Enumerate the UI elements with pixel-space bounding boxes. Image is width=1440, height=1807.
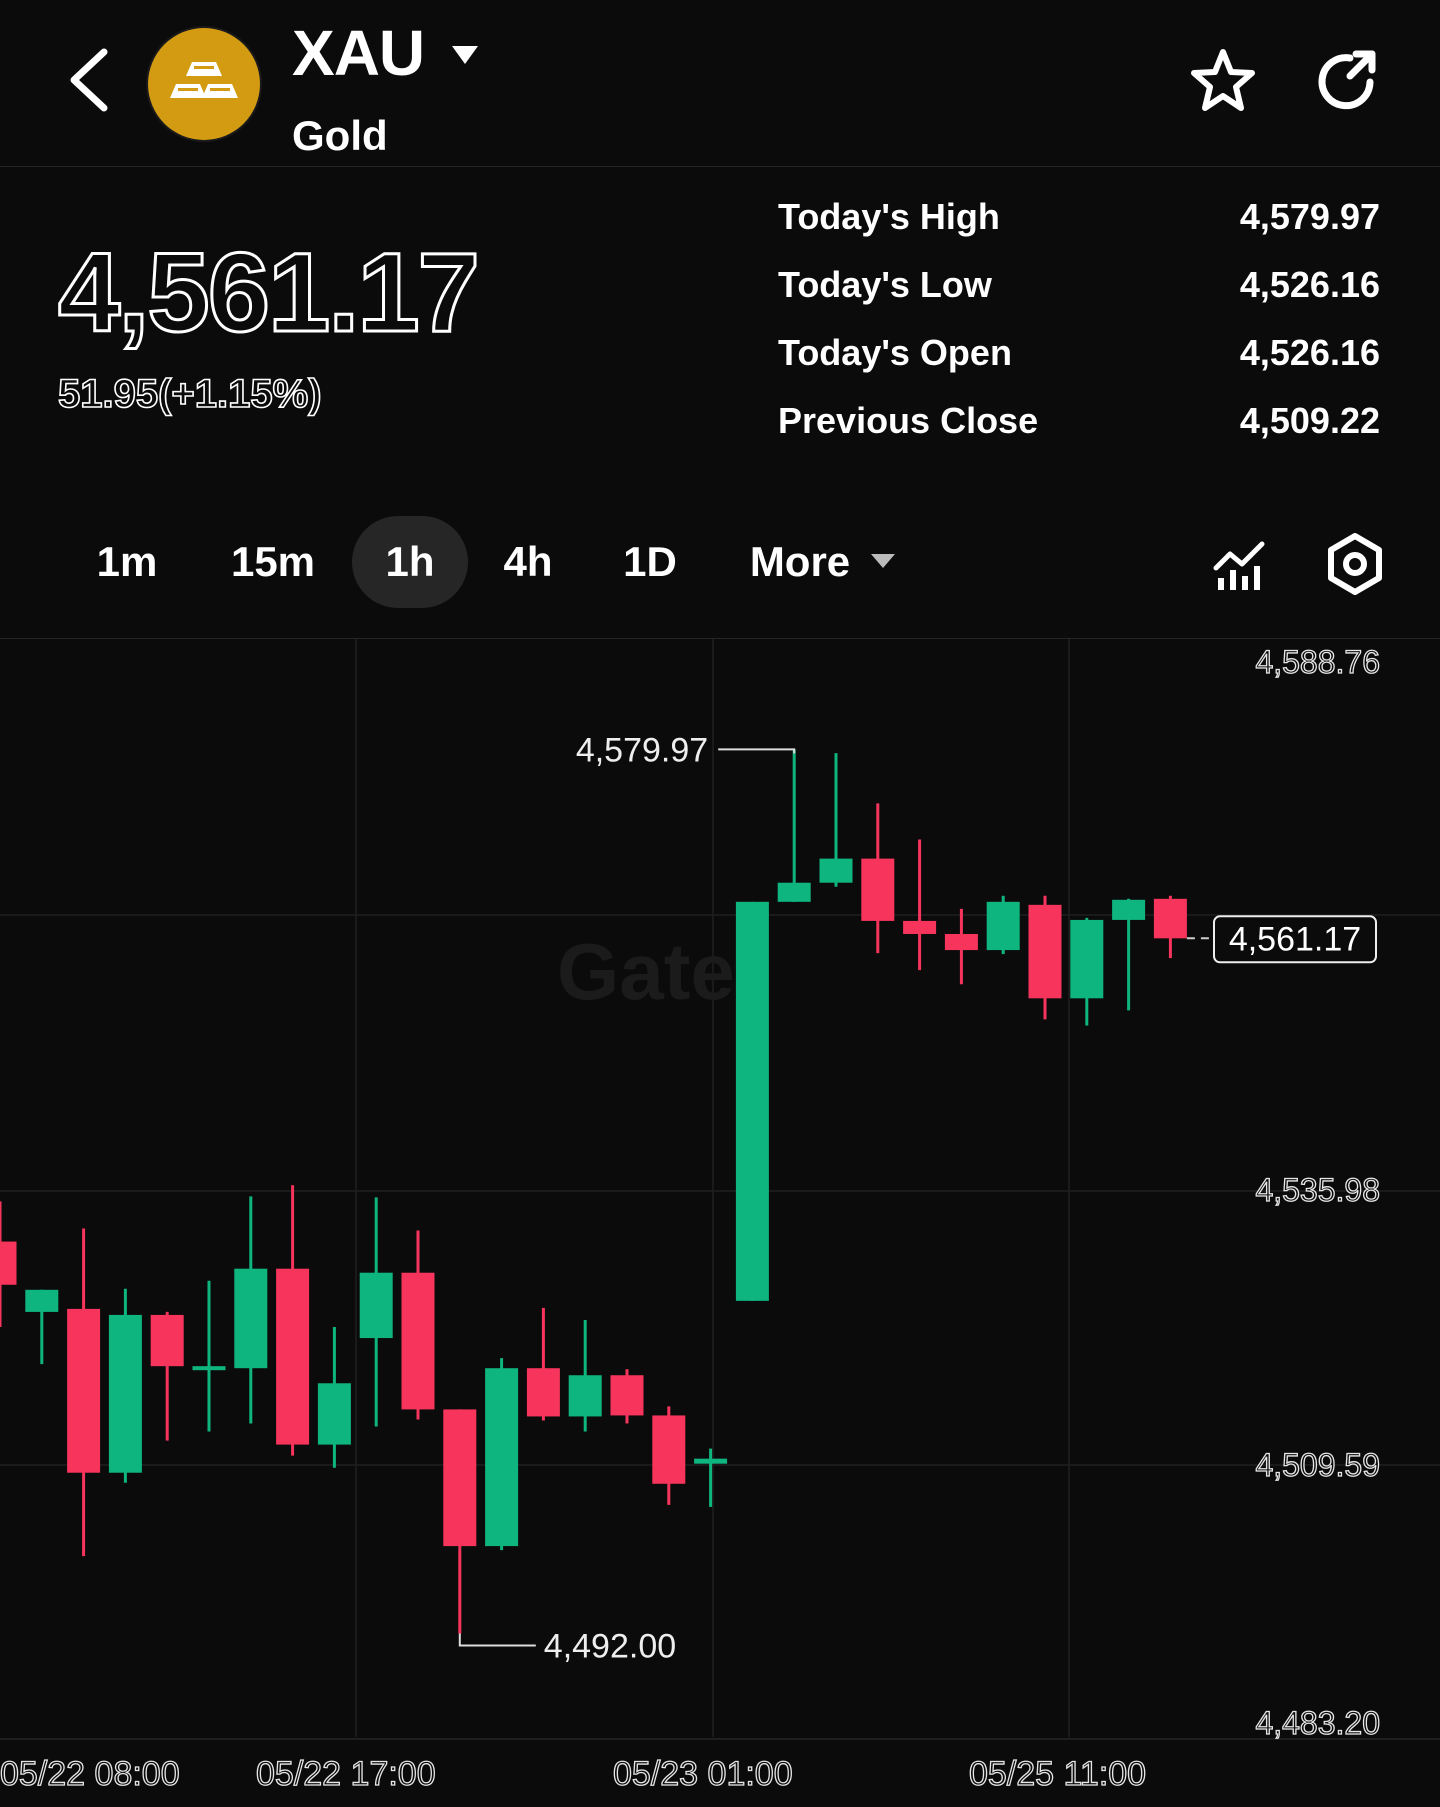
candle-body [0, 1241, 17, 1285]
watermark: Gate [557, 927, 735, 1016]
x-tick-label: 05/22 17:00 [256, 1755, 436, 1793]
high-marker-label: 4,579.97 [576, 731, 708, 769]
candle-body [568, 1375, 602, 1417]
last-price-tag-label: 4,561.17 [1229, 920, 1361, 958]
stat-value: 4,526.16 [1239, 332, 1380, 373]
stat-label: Today's Open [778, 332, 1012, 373]
candle-body [1028, 904, 1062, 999]
tab-more[interactable]: More [740, 516, 860, 608]
stat-row: Previous Close 4,509.22 [778, 400, 1380, 468]
gold-bars-icon [148, 28, 260, 140]
candle-body [67, 1308, 101, 1473]
y-tick-label: 4,509.59 [1255, 1447, 1380, 1483]
tab-1d[interactable]: 1D [612, 516, 688, 608]
low-marker-line [458, 1633, 536, 1647]
caret-down-icon[interactable] [450, 44, 480, 66]
top-bar: XAU Gold [0, 0, 1440, 167]
candle-body [276, 1268, 310, 1445]
stat-row: Today's High 4,579.97 [778, 196, 1380, 264]
candlestick-chart[interactable]: Gate 4,579.97 4,492.00 4,561.17 4,588.76 4,… [0, 639, 1440, 1802]
candle-body [735, 901, 769, 1301]
candle-body [150, 1314, 184, 1367]
y-tick-label: 4,535.98 [1255, 1172, 1380, 1208]
star-icon[interactable] [1188, 46, 1258, 116]
share-icon[interactable] [1312, 46, 1382, 116]
candle-body [526, 1368, 560, 1417]
candle-body [234, 1268, 268, 1369]
x-tick-label: 05/23 01:00 [613, 1755, 793, 1793]
candle-body [1153, 898, 1187, 939]
y-tick-label: 4,483.20 [1255, 1705, 1380, 1741]
candle-body [777, 882, 811, 902]
candle-body [944, 933, 978, 951]
stat-row: Today's Open 4,526.16 [778, 332, 1380, 400]
candle-body [192, 1366, 226, 1371]
stat-label: Today's Low [778, 264, 992, 305]
candle-body [986, 901, 1020, 951]
candle-body [443, 1409, 477, 1547]
x-tick-label: 05/22 08:00 [0, 1755, 180, 1793]
high-marker-line [718, 748, 796, 754]
price-change: 51.95(+1.15%) [57, 371, 322, 417]
candle-body [485, 1368, 519, 1547]
candle-body [903, 920, 937, 934]
candle-body [25, 1289, 59, 1312]
caret-down-icon[interactable] [870, 552, 896, 570]
back-icon[interactable] [60, 40, 120, 120]
candle-body [1112, 899, 1146, 920]
price-chart[interactable]: Gate 4,579.97 4,492.00 4,561.17 4,588.76 4,… [0, 638, 1440, 1802]
stat-value: 4,509.22 [1239, 400, 1380, 441]
stat-value: 4,579.97 [1239, 196, 1380, 237]
candle-body [610, 1375, 644, 1416]
last-price: 4,561.17 [57, 229, 482, 357]
stat-row: Today's Low 4,526.16 [778, 264, 1380, 332]
candle-body [694, 1458, 728, 1464]
candle-body [819, 858, 853, 883]
tab-15m[interactable]: 15m [212, 516, 334, 608]
candle-body [1070, 919, 1104, 999]
candle-body [652, 1415, 686, 1484]
candle-body [861, 858, 895, 921]
tab-4h[interactable]: 4h [490, 516, 566, 608]
y-tick-label: 4,588.76 [1255, 644, 1380, 680]
tab-1h[interactable]: 1h [352, 516, 468, 608]
asset-name: Gold [292, 112, 388, 159]
settings-icon[interactable] [1326, 532, 1384, 596]
stat-label: Today's High [778, 196, 1000, 237]
candle-body [359, 1272, 393, 1339]
indicator-icon[interactable] [1212, 536, 1268, 592]
stat-label: Previous Close [778, 400, 1039, 441]
candle-body [108, 1314, 142, 1473]
x-tick-label: 05/25 11:00 [969, 1755, 1146, 1793]
stat-value: 4,526.16 [1239, 264, 1380, 305]
symbol-title[interactable]: XAU [292, 16, 425, 90]
candle-body [401, 1272, 435, 1410]
candle-body [317, 1383, 351, 1445]
tab-1m[interactable]: 1m [80, 516, 174, 608]
low-marker-label: 4,492.00 [544, 1628, 676, 1666]
stats-panel: Today's High 4,579.97 Today's Low 4,526.… [778, 196, 1380, 468]
